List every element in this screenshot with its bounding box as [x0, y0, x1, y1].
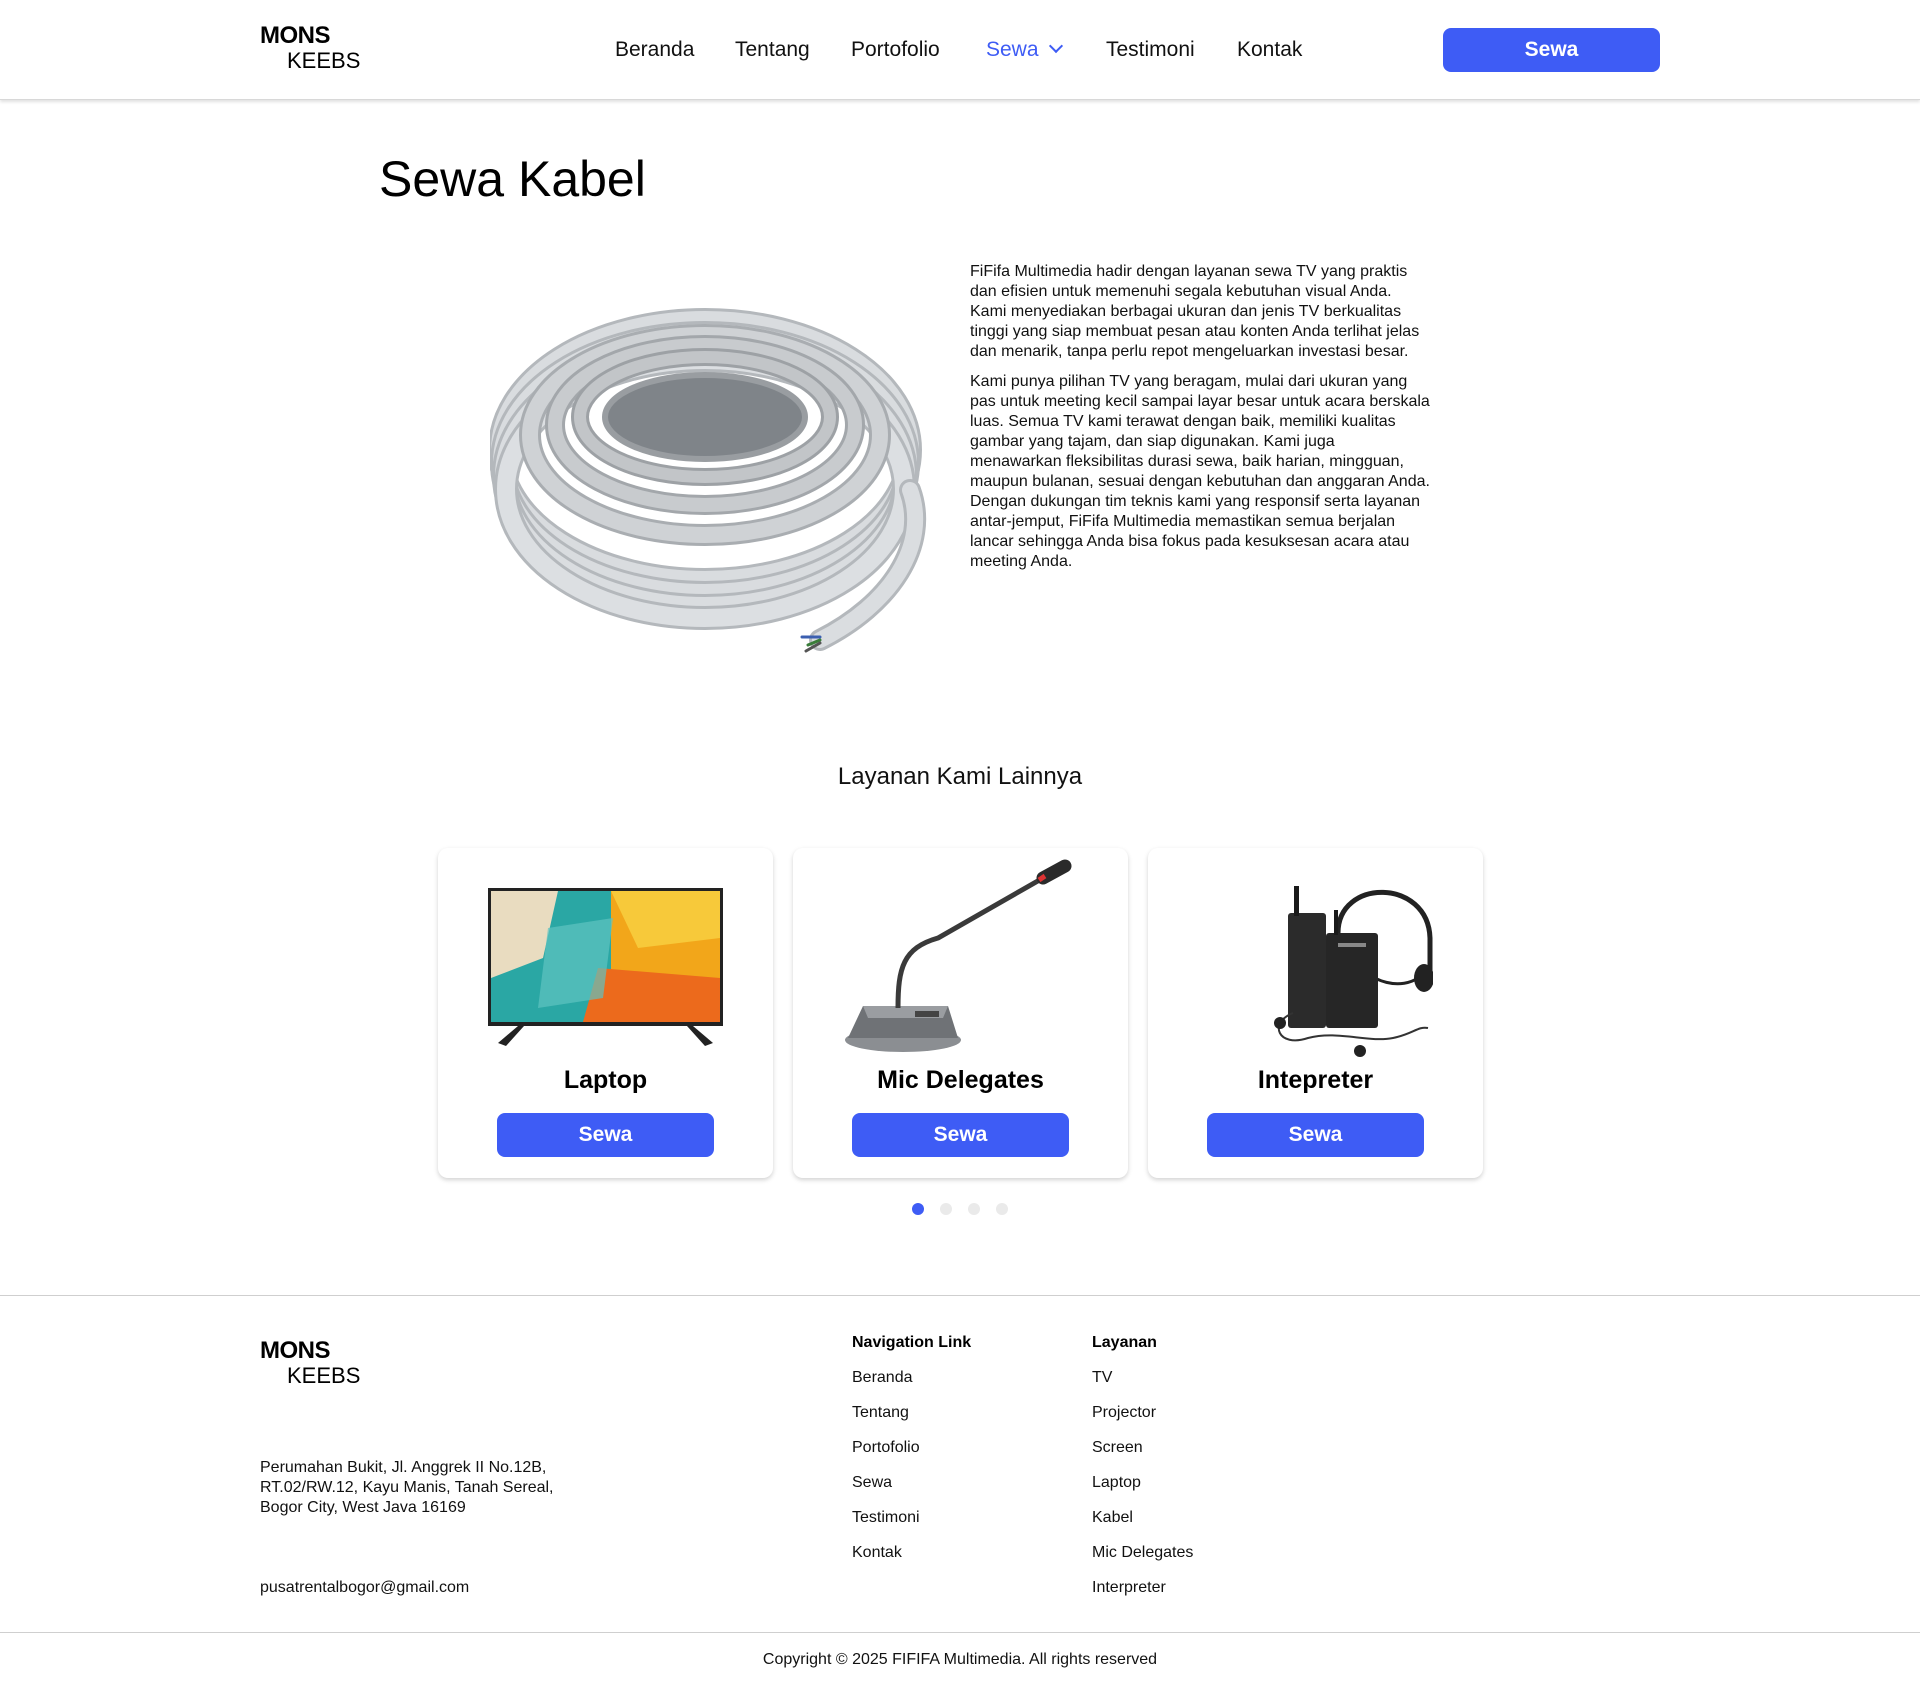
service-card-intepreter: Intepreter Sewa: [1148, 848, 1483, 1178]
footer-address: Perumahan Bukit, Jl. Anggrek II No.12B, …: [260, 1459, 554, 1516]
footer-link-tv[interactable]: TV: [1092, 1369, 1193, 1404]
carousel-dot[interactable]: [940, 1203, 952, 1215]
footer-link-testimoni[interactable]: Testimoni: [852, 1509, 971, 1544]
copyright-divider: [0, 1632, 1920, 1633]
footer-link-interpreter[interactable]: Interpreter: [1092, 1579, 1193, 1614]
nav-item-kontak[interactable]: Kontak: [1237, 38, 1302, 62]
microphone-image: [845, 859, 1072, 1052]
description-paragraph: FiFifa Multimedia hadir dengan layanan s…: [970, 263, 1420, 360]
page-title: Sewa Kabel: [379, 151, 646, 207]
product-description: FiFifa Multimedia hadir dengan layanan s…: [970, 262, 1430, 582]
service-card-name: Intepreter: [1257, 1066, 1374, 1094]
nav-item-sewa[interactable]: Sewa: [986, 38, 1063, 62]
footer-link-projector[interactable]: Projector: [1092, 1404, 1193, 1439]
service-card-sewa-button[interactable]: Sewa: [852, 1113, 1069, 1157]
nav-item-beranda[interactable]: Beranda: [615, 38, 694, 62]
footer-link-tentang[interactable]: Tentang: [852, 1404, 971, 1439]
footer-divider: [0, 1295, 1920, 1296]
header-sewa-button[interactable]: Sewa: [1443, 28, 1660, 72]
footer-link-kontak[interactable]: Kontak: [852, 1544, 971, 1579]
service-card-laptop: Laptop Sewa: [438, 848, 773, 1178]
brand-logo[interactable]: MONS KEEBS: [260, 22, 360, 74]
copyright-text: Copyright © 2025 FIFIFA Multimedia. All …: [762, 1651, 1158, 1668]
footer-link-sewa[interactable]: Sewa: [852, 1474, 971, 1509]
brand-line-1: MONS: [260, 1337, 331, 1364]
nav-item-portofolio[interactable]: Portofolio: [851, 38, 940, 62]
service-card-name: Mic Delegates: [877, 1066, 1044, 1094]
brand-line-2: KEEBS: [287, 1363, 361, 1388]
brand-line-2: KEEBS: [287, 48, 361, 73]
footer-services-heading: Layanan: [1092, 1334, 1157, 1351]
footer-services-links: Layanan TV Projector Screen Laptop Kabel…: [1092, 1334, 1193, 1614]
carousel-dot[interactable]: [996, 1203, 1008, 1215]
services-section-title: Layanan Kami Lainnya: [837, 763, 1083, 790]
nav-item-testimoni[interactable]: Testimoni: [1106, 38, 1195, 62]
carousel-dot[interactable]: [968, 1203, 980, 1215]
footer-link-kabel[interactable]: Kabel: [1092, 1509, 1193, 1544]
footer-link-laptop[interactable]: Laptop: [1092, 1474, 1193, 1509]
footer-nav-heading: Navigation Link: [852, 1334, 972, 1351]
footer-link-mic-delegates[interactable]: Mic Delegates: [1092, 1544, 1193, 1579]
carousel-dot[interactable]: [912, 1203, 924, 1215]
footer-link-portofolio[interactable]: Portofolio: [852, 1439, 971, 1474]
footer-brand-logo[interactable]: MONS KEEBS: [260, 1337, 360, 1389]
site-header: MONS KEEBS Beranda Tentang Portofolio Se…: [0, 0, 1920, 100]
brand-line-1: MONS: [260, 22, 331, 49]
service-card-sewa-button[interactable]: Sewa: [497, 1113, 714, 1157]
interpreter-headset-image: [1274, 886, 1433, 1057]
cable-coil-image: [490, 308, 927, 653]
nav-item-tentang[interactable]: Tentang: [735, 38, 810, 62]
footer-link-screen[interactable]: Screen: [1092, 1439, 1193, 1474]
chevron-down-icon: [1048, 38, 1063, 54]
footer-nav-links: Navigation Link Beranda Tentang Portofol…: [852, 1334, 971, 1579]
nav-item-sewa-label: Sewa: [986, 38, 1039, 61]
service-card-sewa-button[interactable]: Sewa: [1207, 1113, 1424, 1157]
tv-image: [488, 888, 723, 1046]
footer-email[interactable]: pusatrentalbogor@gmail.com: [260, 1579, 469, 1597]
service-card-name: Laptop: [563, 1066, 648, 1094]
service-card-mic-delegates: Mic Delegates Sewa: [793, 848, 1128, 1178]
footer-link-beranda[interactable]: Beranda: [852, 1369, 971, 1404]
description-paragraph: Kami punya pilihan TV yang beragam, mula…: [970, 373, 1430, 570]
